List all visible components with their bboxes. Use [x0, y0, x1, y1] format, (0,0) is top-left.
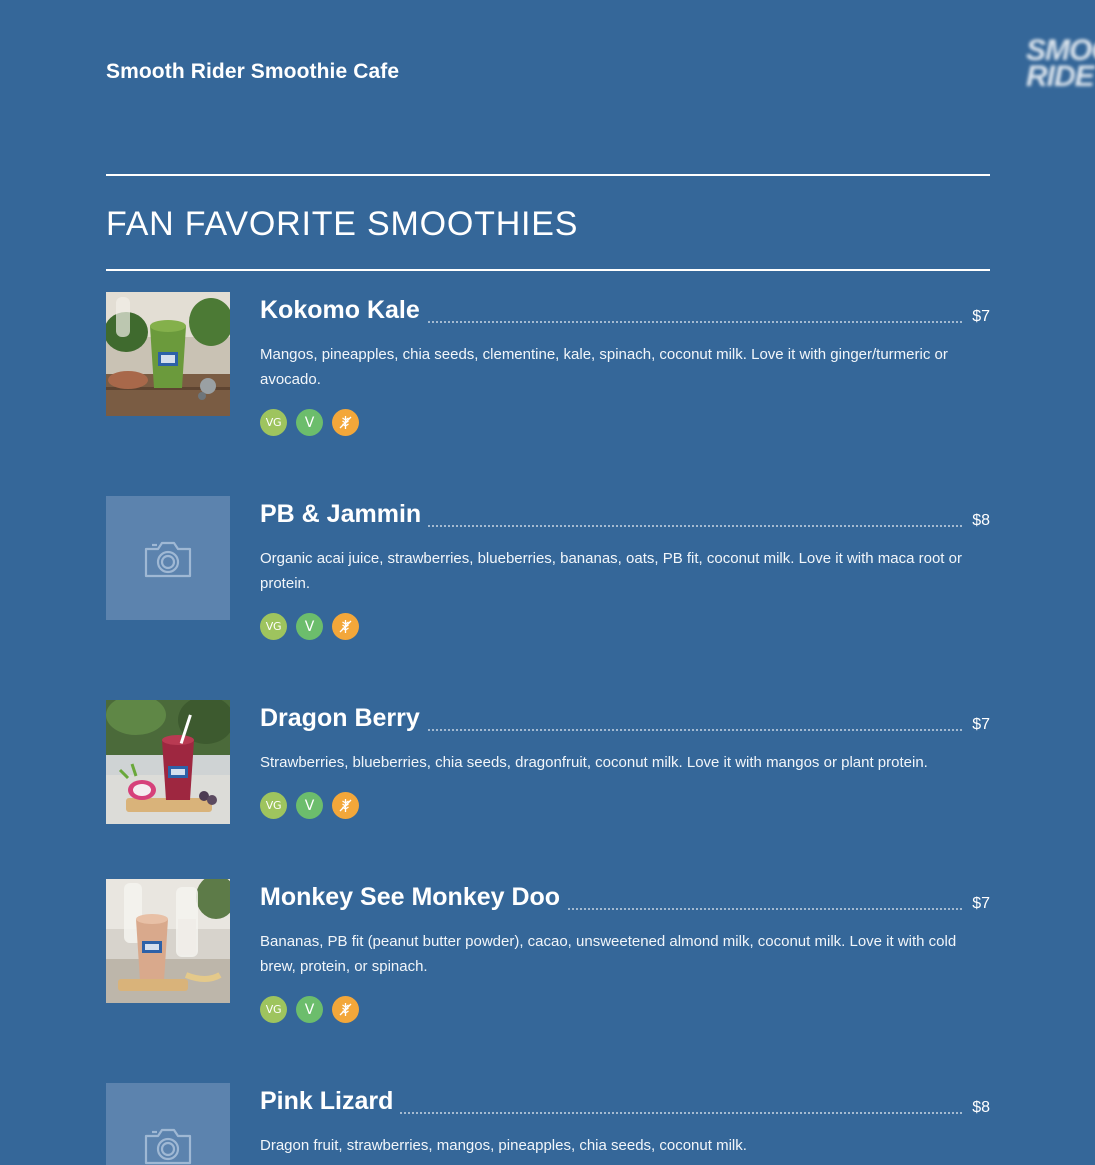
item-details: Pink Lizard $8 Dragon fruit, strawberrie…	[260, 1083, 990, 1158]
brand-logo[interactable]: SMOO RIDE	[1024, 36, 1095, 94]
vegan-badge[interactable]: VG	[260, 996, 287, 1023]
item-header: Kokomo Kale $7	[260, 292, 990, 332]
item-photo-berry-smoothie	[106, 700, 230, 824]
item-header: PB & Jammin $8	[260, 496, 990, 536]
wheat-crossed-icon	[339, 1003, 352, 1016]
vegan-badge[interactable]: VG	[260, 792, 287, 819]
vegetarian-badge[interactable]: V	[296, 792, 323, 819]
item-photo-placeholder	[106, 1083, 230, 1165]
gluten-free-badge[interactable]	[332, 996, 359, 1023]
dietary-badges: VG V	[260, 792, 990, 819]
section-title: FAN FAVORITE SMOOTHIES	[106, 205, 579, 243]
gluten-free-badge[interactable]	[332, 409, 359, 436]
item-price: $7	[966, 712, 990, 738]
item-description: Dragon fruit, strawberries, mangos, pine…	[260, 1137, 747, 1154]
item-price: $7	[966, 304, 990, 330]
logo-line-2: RIDE	[1026, 60, 1095, 93]
dietary-badges: VG V	[260, 996, 990, 1023]
item-description: Bananas, PB fit (peanut butter powder), …	[260, 933, 957, 975]
item-name[interactable]: Kokomo Kale	[260, 292, 426, 328]
item-description: Strawberries, blueberries, chia seeds, d…	[260, 754, 928, 771]
item-details: Dragon Berry $7 Strawberries, blueberrie…	[260, 700, 990, 819]
item-name[interactable]: Pink Lizard	[260, 1083, 400, 1119]
dietary-badges: VG V	[260, 613, 990, 640]
vegan-badge[interactable]: VG	[260, 613, 287, 640]
item-photo-green-smoothie	[106, 292, 230, 416]
item-details: Kokomo Kale $7 Mangos, pineapples, chia …	[260, 292, 990, 436]
item-price: $8	[966, 1095, 990, 1121]
gluten-free-badge[interactable]	[332, 792, 359, 819]
item-photo-placeholder	[106, 496, 230, 620]
item-header: Monkey See Monkey Doo $7	[260, 879, 990, 919]
item-description: Organic acai juice, strawberries, bluebe…	[260, 550, 962, 592]
site-title[interactable]: Smooth Rider Smoothie Cafe	[106, 60, 399, 84]
section-top-divider	[106, 174, 990, 176]
item-description: Mangos, pineapples, chia seeds, clementi…	[260, 346, 948, 388]
vegetarian-badge[interactable]: V	[296, 613, 323, 640]
vegetarian-badge[interactable]: V	[296, 996, 323, 1023]
wheat-crossed-icon	[339, 620, 352, 633]
item-price: $8	[966, 508, 990, 534]
item-name[interactable]: Monkey See Monkey Doo	[260, 879, 567, 915]
item-price: $7	[966, 891, 990, 917]
item-header: Pink Lizard $8	[260, 1083, 990, 1123]
wheat-crossed-icon	[339, 799, 352, 812]
item-name[interactable]: Dragon Berry	[260, 700, 426, 736]
vegetarian-badge[interactable]: V	[296, 409, 323, 436]
item-details: PB & Jammin $8 Organic acai juice, straw…	[260, 496, 990, 640]
camera-icon	[144, 1128, 192, 1165]
item-photo-banana-smoothie	[106, 879, 230, 1003]
menu-page: Smooth Rider Smoothie Cafe SMOO RIDE FAN…	[0, 0, 1095, 1165]
gluten-free-badge[interactable]	[332, 613, 359, 640]
section-bottom-divider	[106, 269, 990, 271]
camera-icon	[144, 541, 192, 578]
wheat-crossed-icon	[339, 416, 352, 429]
vegan-badge[interactable]: VG	[260, 409, 287, 436]
item-details: Monkey See Monkey Doo $7 Bananas, PB fit…	[260, 879, 990, 1023]
item-header: Dragon Berry $7	[260, 700, 990, 740]
dietary-badges: VG V	[260, 409, 990, 436]
item-name[interactable]: PB & Jammin	[260, 496, 428, 532]
